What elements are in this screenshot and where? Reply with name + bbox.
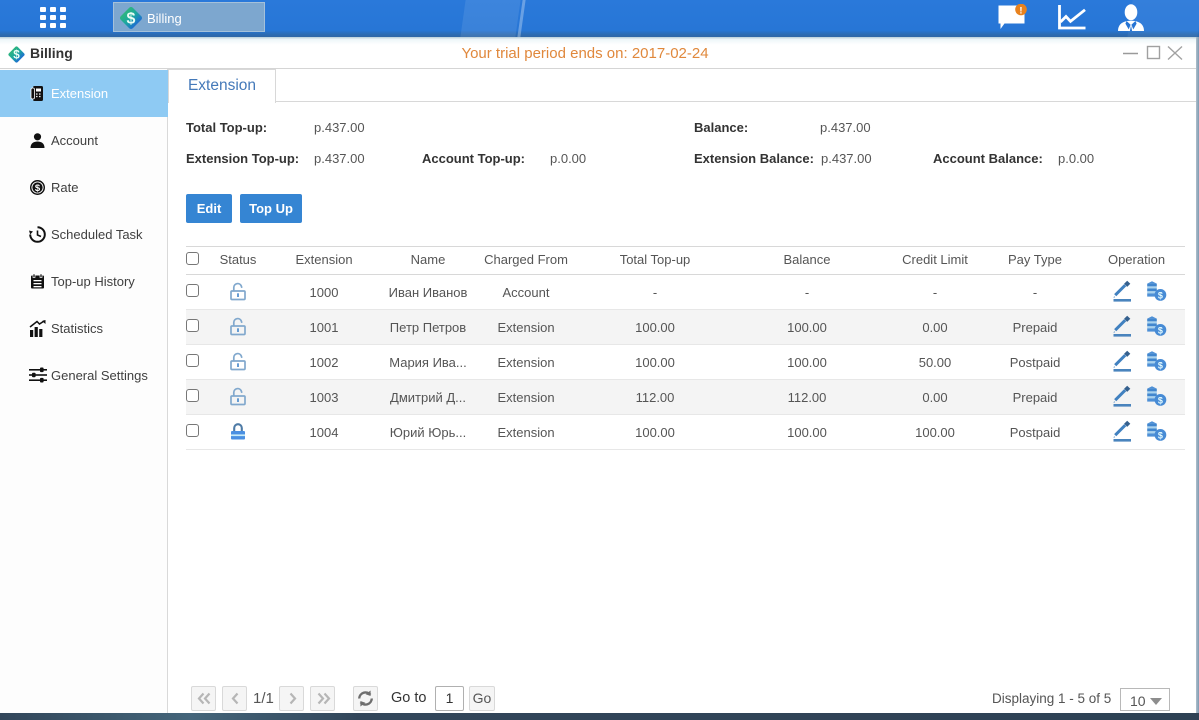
svg-text:$: $ (1157, 395, 1162, 405)
svg-text:$: $ (1157, 290, 1162, 300)
svg-text:$: $ (127, 11, 136, 28)
svg-text:$: $ (1157, 430, 1162, 440)
svg-text:$: $ (1157, 360, 1162, 370)
svg-text:$: $ (1157, 325, 1162, 335)
svg-text:$: $ (35, 183, 41, 194)
svg-text:!: ! (1019, 6, 1022, 17)
